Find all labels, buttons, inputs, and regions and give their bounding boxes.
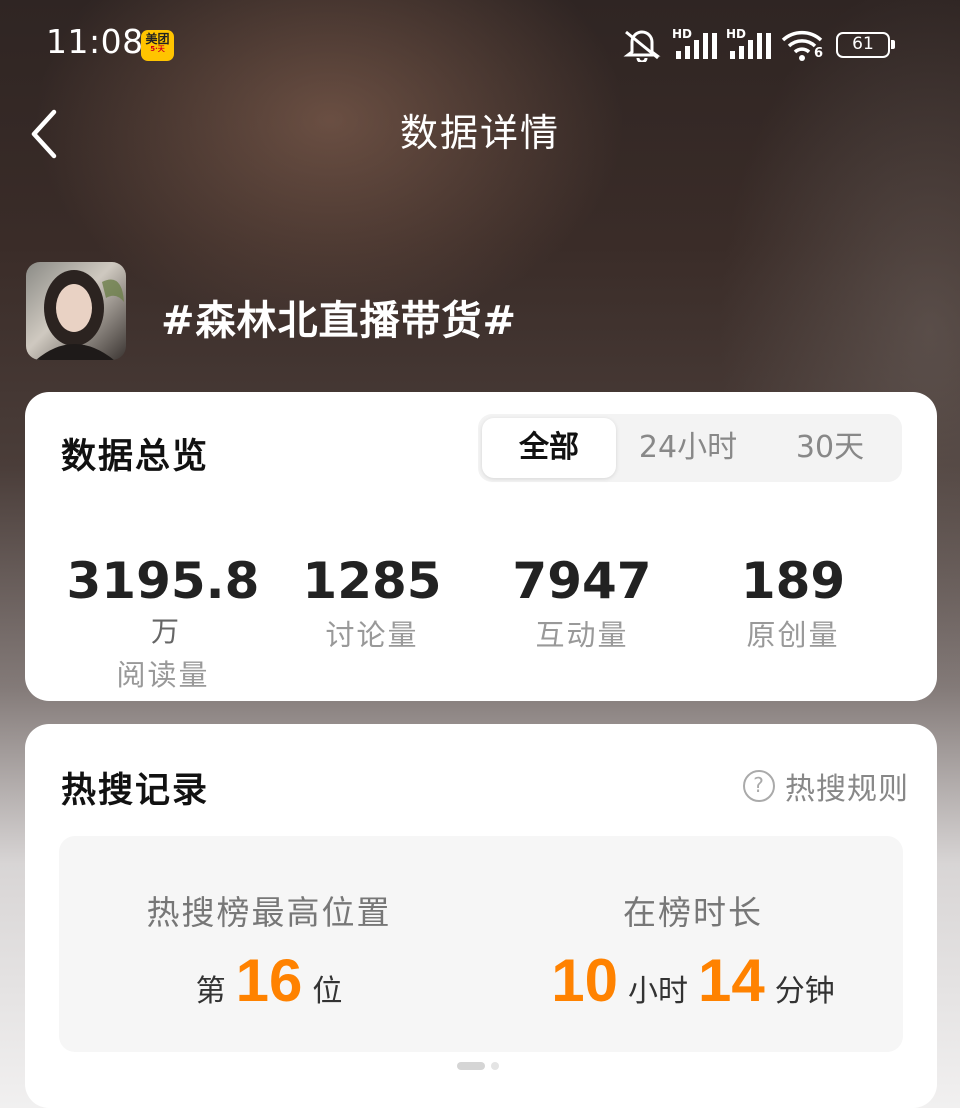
hot-search-rules-link[interactable]: ? 热搜规则 bbox=[743, 764, 909, 808]
stat-value: 3195.8 bbox=[66, 552, 260, 610]
stat-interactions: 7947 互动量 bbox=[482, 552, 682, 654]
meituan-app-icon: 美团 5·天 bbox=[141, 30, 174, 61]
tab-24h[interactable]: 24小时 bbox=[618, 414, 758, 482]
status-time: 11:08 bbox=[46, 22, 144, 61]
status-bar: 11:08 美团 5·天 HD HD 6 61 bbox=[0, 0, 960, 90]
rank-suffix: 位 bbox=[312, 974, 343, 1009]
stat-unit: 万 bbox=[150, 615, 179, 648]
page-dot-active bbox=[457, 1062, 485, 1070]
nav-bar: 数据详情 bbox=[0, 90, 960, 160]
tab-all[interactable]: 全部 bbox=[482, 418, 616, 478]
hot-search-card: 热搜记录 ? 热搜规则 热搜榜最高位置 第 16 位 在榜时长 10 小时 14 分钟 bbox=[25, 724, 937, 1108]
highest-position: 热搜榜最高位置 第 16 位 bbox=[59, 886, 479, 1015]
overview-card: 数据总览 全部 24小时 30天 3195.8 万 阅读量 1285 讨论量 79… bbox=[25, 392, 937, 701]
stat-value: 189 bbox=[740, 552, 846, 610]
highest-position-label: 热搜榜最高位置 bbox=[146, 893, 392, 932]
on-list-duration: 在榜时长 10 小时 14 分钟 bbox=[483, 886, 903, 1015]
topic-avatar[interactable] bbox=[26, 262, 126, 360]
rank-value: 16 bbox=[235, 947, 303, 1014]
duration-hours: 10 bbox=[551, 947, 618, 1014]
stat-reads: 3195.8 万 阅读量 bbox=[63, 552, 263, 694]
question-circle-icon: ? bbox=[743, 770, 775, 802]
stat-value: 1285 bbox=[302, 552, 442, 610]
rules-label: 热搜规则 bbox=[785, 772, 909, 807]
page-dot bbox=[491, 1062, 499, 1070]
stat-label: 互动量 bbox=[535, 618, 629, 652]
overview-title: 数据总览 bbox=[61, 437, 210, 477]
stat-originals: 189 原创量 bbox=[693, 552, 893, 654]
page-indicator bbox=[457, 1062, 499, 1070]
hot-search-title: 热搜记录 bbox=[61, 771, 210, 811]
mute-bell-icon bbox=[623, 30, 661, 62]
signal-icon-2: HD bbox=[726, 27, 772, 61]
topic-title: #森林北直播带货# bbox=[161, 298, 518, 344]
wifi-icon: 6 bbox=[780, 28, 826, 62]
duration-minutes: 14 bbox=[698, 947, 765, 1014]
stat-value: 7947 bbox=[512, 552, 652, 610]
time-range-tabs: 全部 24小时 30天 bbox=[478, 414, 902, 482]
duration-label: 在榜时长 bbox=[623, 893, 763, 932]
minutes-unit: 分钟 bbox=[774, 974, 835, 1009]
tab-30d[interactable]: 30天 bbox=[760, 414, 900, 482]
stat-label: 讨论量 bbox=[325, 618, 419, 652]
hours-unit: 小时 bbox=[628, 974, 688, 1009]
battery-indicator: 61 bbox=[836, 32, 895, 58]
rank-prefix: 第 bbox=[195, 974, 226, 1009]
hot-search-record-panel: 热搜榜最高位置 第 16 位 在榜时长 10 小时 14 分钟 bbox=[59, 836, 903, 1052]
stat-label: 阅读量 bbox=[116, 658, 210, 692]
stat-label: 原创量 bbox=[746, 618, 840, 652]
page-title: 数据详情 bbox=[399, 111, 560, 155]
stat-discussions: 1285 讨论量 bbox=[272, 552, 472, 654]
signal-icon-1: HD bbox=[672, 27, 718, 61]
